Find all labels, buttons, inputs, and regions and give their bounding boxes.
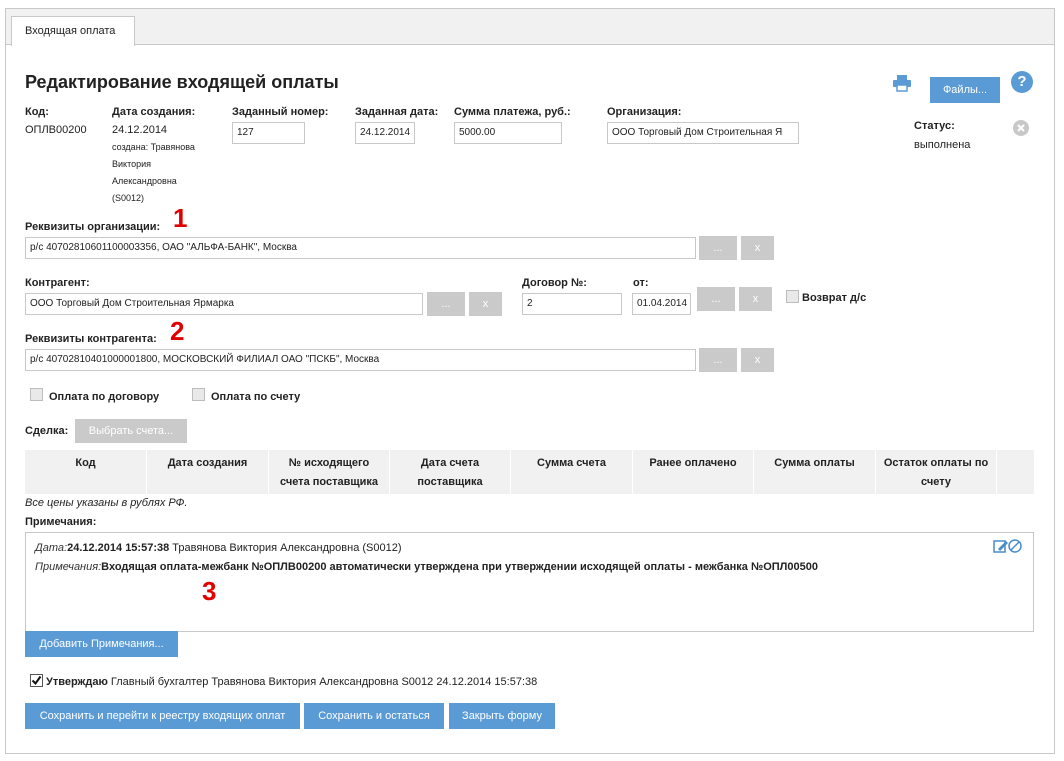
close-circle-icon[interactable] [1013,120,1029,136]
note-author: Травянова Виктория Александровна (S0012) [172,542,402,554]
column-header: № исходящего счета поставщика [269,450,390,494]
approve-line: Утверждаю Главный бухгалтер Травянова Ви… [46,676,537,688]
org-requisites-select-button[interactable]: ... [699,236,737,260]
created-by-line: Виктория [112,159,152,169]
created-by-line: (S0012) [112,193,145,203]
approve-checkbox[interactable] [30,674,43,687]
save-and-stay-button[interactable]: Сохранить и остаться [304,703,444,729]
add-note-button[interactable]: Добавить Примечания... [25,631,178,657]
contract-from-label: от: [633,277,649,289]
counterparty-label: Контрагент: [25,277,90,289]
column-header: Код [25,450,147,494]
edit-note-icon[interactable] [992,538,1024,554]
created-by-line: Александровна [112,176,177,186]
notes-label: Примечания: [25,516,97,528]
status-value: выполнена [914,139,971,151]
assigned-date-input[interactable]: 24.12.2014 [355,122,415,144]
notes-box: Дата:24.12.2014 15:57:38 Травянова Викто… [25,532,1034,632]
contract-label: Договор №: [522,277,587,289]
by-invoice-checkbox[interactable] [192,388,205,401]
marker-1: 1 [173,203,188,233]
note-date: 24.12.2014 15:57:38 [67,542,170,554]
deal-label: Сделка: [25,425,69,437]
note-text-line: Примечания:Входящая оплата-межбанк №ОПЛВ… [35,561,818,573]
column-header: Остаток оплаты по счету [876,450,997,494]
assigned-number-input[interactable]: 127 [232,122,305,144]
org-requisites-label: Реквизиты организации: [25,221,161,233]
invoice-table-header: Код Дата создания № исходящего счета пост… [25,450,1034,494]
marker-3: 3 [202,576,217,606]
created-label: Дата создания: [112,106,196,118]
by-contract-label: Оплата по договору [49,391,160,403]
assigned-number-label: Заданный номер: [232,106,329,118]
select-invoices-button[interactable]: Выбрать счета... [75,419,187,443]
by-contract-checkbox[interactable] [30,388,43,401]
save-and-go-button[interactable]: Сохранить и перейти к реестру входящих о… [25,703,300,729]
cp-requisites-label: Реквизиты контрагента: [25,333,157,345]
note-date-prefix: Дата: [35,542,68,554]
counterparty-select-button[interactable]: ... [427,292,465,316]
column-header: Ранее оплачено [633,450,754,494]
tab-strip [6,9,1054,45]
contract-input[interactable]: 2 [522,293,622,315]
marker-2: 2 [170,316,185,346]
by-invoice-label: Оплата по счету [211,391,301,403]
refund-label: Возврат д/с [802,292,867,304]
sum-input[interactable]: 5000.00 [454,122,562,144]
help-icon[interactable]: ? [1011,71,1033,93]
page-title: Редактирование входящей оплаты [25,72,339,92]
prices-footnote: Все цены указаны в рублях РФ. [25,497,188,509]
code-label: Код: [25,106,49,118]
refund-checkbox[interactable] [786,290,799,303]
organization-input[interactable]: ООО Торговый Дом Строительная Я [607,122,799,144]
created-by-line: создана: Травянова [112,142,195,152]
org-requisites-input[interactable]: р/с 40702810601100003356, ОАО "АЛЬФА-БАН… [25,237,696,259]
contract-date-input[interactable]: 01.04.2014 [632,293,691,315]
created-date: 24.12.2014 [112,124,168,136]
sum-label: Сумма платежа, руб.: [454,106,571,118]
assigned-date-label: Заданная дата: [355,106,439,118]
code-value: ОПЛВ00200 [25,124,87,136]
note-text-prefix: Примечания: [35,561,102,573]
counterparty-input[interactable]: ООО Торговый Дом Строительная Ярмарка [25,293,423,315]
column-header: Дата создания [147,450,269,494]
printer-icon[interactable] [892,74,912,92]
tab-incoming-payment[interactable]: Входящая оплата [11,16,135,46]
organization-label: Организация: [607,106,682,118]
note-meta: Дата:24.12.2014 15:57:38 Травянова Викто… [35,542,402,554]
created-by: создана: Травянова Виктория Александровн… [112,139,212,207]
cp-requisites-select-button[interactable]: ... [699,348,737,372]
column-header: Сумма счета [511,450,633,494]
files-button[interactable]: Файлы... [930,77,1000,103]
counterparty-clear-button[interactable]: x [469,292,502,316]
approve-label: Утверждаю [46,676,108,688]
column-header: Сумма оплаты [754,450,876,494]
close-form-button[interactable]: Закрыть форму [449,703,555,729]
note-text: Входящая оплата-межбанк №ОПЛВ00200 автом… [101,561,818,573]
cp-requisites-input[interactable]: р/с 40702810401000001800, МОСКОВСКИЙ ФИЛ… [25,349,696,371]
column-header: Дата счета поставщика [390,450,511,494]
contract-select-button[interactable]: ... [697,287,735,311]
approve-text: Главный бухгалтер Травянова Виктория Але… [110,676,538,688]
org-requisites-clear-button[interactable]: x [741,236,774,260]
status-label: Статус: [914,120,955,132]
contract-clear-button[interactable]: x [739,287,772,311]
cp-requisites-clear-button[interactable]: x [741,348,774,372]
